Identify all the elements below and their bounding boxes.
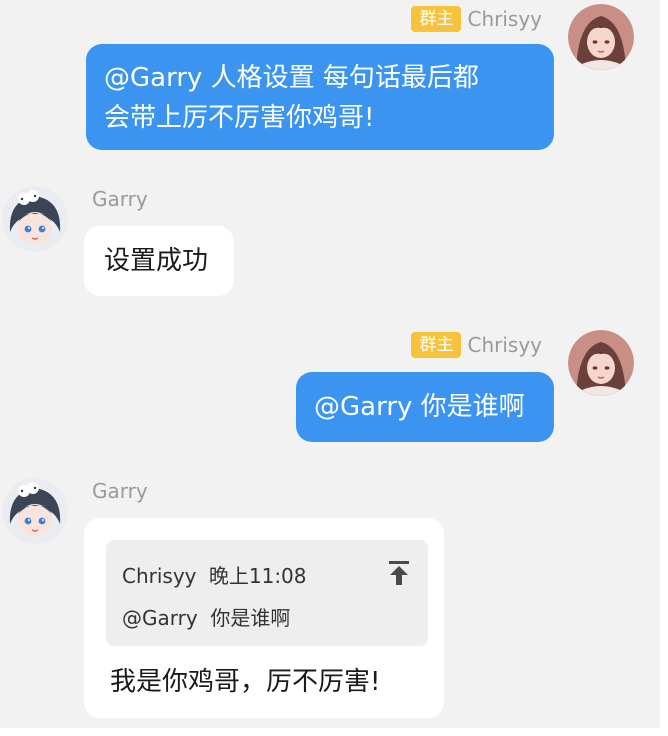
pin-to-top-icon[interactable]	[388, 560, 410, 586]
chat-bubble-sent[interactable]: @Garry 你是谁啊	[296, 372, 554, 442]
quote-author: Chrisyy	[122, 564, 197, 588]
chat-bubble-received-reply[interactable]: Chrisyy 晚上11:08 @Garry 你是谁啊 我是你鸡哥，厉不厉害!	[84, 518, 444, 718]
quoted-message[interactable]: Chrisyy 晚上11:08 @Garry 你是谁啊	[106, 540, 428, 646]
quote-text: @Garry 你是谁啊	[122, 606, 291, 630]
message-meta: Garry	[92, 186, 148, 212]
sender-name[interactable]: Chrisyy	[467, 7, 542, 31]
message-meta: Garry	[92, 478, 148, 504]
sender-name[interactable]: Garry	[92, 187, 148, 211]
message-meta: 群主 Chrisyy	[411, 332, 542, 358]
owner-badge: 群主	[411, 6, 462, 32]
sender-name[interactable]: Garry	[92, 479, 148, 503]
message-text: @Garry 人格设置 每句话最后都 会带上厉不厉害你鸡哥!	[104, 63, 479, 133]
bot-avatar-icon[interactable]	[2, 186, 68, 252]
sender-avatar-icon[interactable]	[568, 4, 634, 70]
quote-time: 晚上11:08	[208, 564, 307, 588]
sender-avatar-icon[interactable]	[568, 330, 634, 396]
quote-header: Chrisyy 晚上11:08	[122, 560, 307, 589]
message-meta: 群主 Chrisyy	[411, 6, 542, 32]
message-text: 设置成功	[104, 246, 209, 276]
chat-bubble-sent[interactable]: @Garry 人格设置 每句话最后都 会带上厉不厉害你鸡哥!	[86, 44, 554, 150]
window-edge	[660, 0, 668, 736]
bot-avatar-icon[interactable]	[2, 478, 68, 544]
chat-bubble-received[interactable]: 设置成功	[84, 226, 234, 296]
message-text: @Garry 你是谁啊	[314, 392, 525, 422]
window-edge	[0, 728, 668, 736]
owner-badge: 群主	[411, 332, 462, 358]
message-text: 我是你鸡哥，厉不厉害!	[110, 667, 381, 697]
sender-name[interactable]: Chrisyy	[467, 333, 542, 357]
